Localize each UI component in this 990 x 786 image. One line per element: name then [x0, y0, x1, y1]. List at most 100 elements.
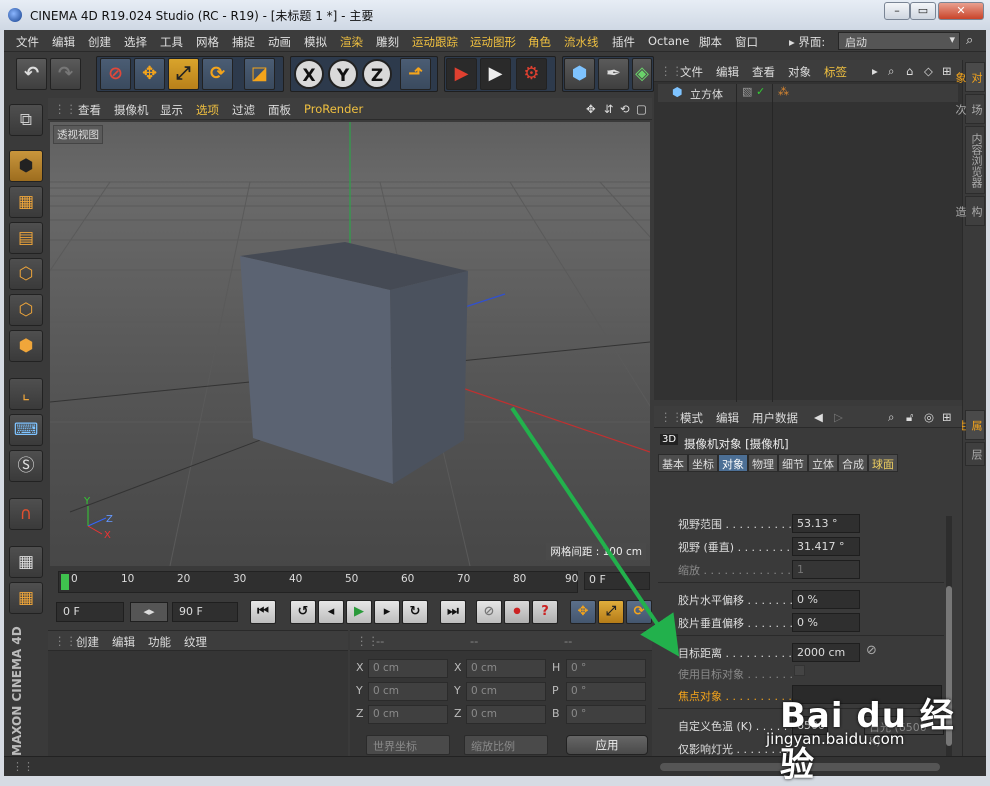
z-axis-lock-icon[interactable]: Z	[362, 59, 392, 89]
prop-film-offset-x-field[interactable]: 0 %	[792, 590, 860, 609]
menu-snap[interactable]: 捕捉	[232, 34, 255, 50]
attr-tab-basic[interactable]: 基本	[658, 454, 688, 472]
menu-mograph[interactable]: 运动图形	[470, 34, 516, 50]
subdivision-icon[interactable]: ◈	[632, 58, 652, 90]
workplane-lock-icon[interactable]: ▦	[9, 546, 43, 578]
render-picture-viewer-icon[interactable]: ▶	[480, 58, 511, 90]
size-z-field[interactable]: 0 cm	[466, 705, 546, 724]
viewport-menu-view[interactable]: 查看	[78, 102, 101, 118]
prop-fov-field[interactable]: 53.13 °	[792, 514, 860, 533]
cube-object-icon[interactable]: ⬢	[564, 58, 595, 90]
use-target-checkbox[interactable]	[794, 665, 805, 676]
viewport-maximize-icon[interactable]: ▢	[636, 102, 647, 116]
om-menu-tags[interactable]: 标签	[824, 64, 847, 80]
material-menu-edit[interactable]: 编辑	[112, 634, 135, 650]
menu-script[interactable]: 脚本	[699, 34, 722, 50]
key-rotation-icon[interactable]: ⟳	[626, 600, 652, 624]
goto-prev-key-icon[interactable]: ↺	[290, 600, 316, 624]
recent-tool-icon[interactable]: ◪	[244, 58, 275, 90]
live-select-icon[interactable]: ⊘	[100, 58, 131, 90]
menu-character[interactable]: 角色	[528, 34, 551, 50]
viewport-menu-display[interactable]: 显示	[160, 102, 183, 118]
snap-magnet-icon[interactable]: ∩	[9, 498, 43, 530]
material-menu-texture[interactable]: 纹理	[184, 634, 207, 650]
cube-mesh[interactable]	[240, 242, 468, 484]
scale-tool-icon[interactable]: ⤢	[168, 58, 199, 90]
menu-animate[interactable]: 动画	[268, 34, 291, 50]
menu-edit[interactable]: 编辑	[52, 34, 75, 50]
menu-octane[interactable]: Octane	[648, 34, 689, 48]
autokey-icon[interactable]: ⏺	[504, 600, 530, 624]
rotation-h-field[interactable]: 0 °	[566, 659, 646, 678]
texture-mode-icon[interactable]: ▦	[9, 186, 43, 218]
close-button[interactable]: ✕	[938, 2, 984, 20]
menu-window[interactable]: 窗口	[735, 34, 758, 50]
minimize-button[interactable]: –	[884, 2, 910, 20]
phong-tag-icon[interactable]: ⁂	[778, 85, 789, 98]
current-frame-field[interactable]: 0 F	[584, 572, 650, 590]
viewport-rotate-icon[interactable]: ⟲	[620, 102, 630, 116]
om-menu-object[interactable]: 对象	[788, 64, 811, 80]
timeline-ruler[interactable]: 0 10 20 30 40 50 60 70 80 90	[58, 571, 578, 593]
material-menu-create[interactable]: 创建	[76, 634, 99, 650]
maximize-button[interactable]: ▭	[910, 2, 936, 20]
om-menu-file[interactable]: 文件	[680, 64, 703, 80]
om-menu-view[interactable]: 查看	[752, 64, 775, 80]
viewport-canvas[interactable]: Y Z X 透视视图 网格间距 : 100 cm	[50, 122, 650, 566]
viewport-move-icon[interactable]: ✥	[586, 102, 596, 116]
attr-menu-edit[interactable]: 编辑	[716, 410, 739, 426]
forward-arrow-icon[interactable]: ▷	[834, 410, 843, 424]
menu-sculpt[interactable]: 雕刻	[376, 34, 399, 50]
x-axis-lock-icon[interactable]: X	[294, 59, 324, 89]
tweak-mode-icon[interactable]: ⌨	[9, 414, 43, 446]
panel-grip-icon[interactable]: ⋮⋮	[54, 102, 77, 116]
viewport-menu-panel[interactable]: 面板	[268, 102, 291, 118]
attr-tab-object[interactable]: 对象	[718, 454, 748, 472]
om-expand-icon[interactable]: ▸	[872, 64, 878, 78]
menu-select[interactable]: 选择	[124, 34, 147, 50]
panel-grip-icon[interactable]: ⋮⋮	[54, 634, 77, 648]
tab-content-browser[interactable]: 内容浏览器	[965, 126, 985, 194]
viewport-menu-options[interactable]: 选项	[196, 102, 219, 118]
rotation-p-field[interactable]: 0 °	[566, 682, 646, 701]
om-new-window-icon[interactable]: ⊞	[942, 64, 952, 78]
menu-plugins[interactable]: 插件	[612, 34, 635, 50]
position-y-field[interactable]: 0 cm	[368, 682, 448, 701]
menu-render[interactable]: 渲染	[340, 34, 363, 50]
next-frame-icon[interactable]: ▸	[374, 600, 400, 624]
position-x-field[interactable]: 0 cm	[368, 659, 448, 678]
attr-menu-userdata[interactable]: 用户数据	[752, 410, 798, 426]
rotate-tool-icon[interactable]: ⟳	[202, 58, 233, 90]
coordinate-system-icon[interactable]: ⬏	[400, 58, 431, 90]
goto-next-key-icon[interactable]: ↻	[402, 600, 428, 624]
tab-structure[interactable]: 构造	[954, 196, 985, 226]
prev-frame-icon[interactable]: ◂	[318, 600, 344, 624]
record-keys-icon[interactable]: ⊘	[476, 600, 502, 624]
axis-mode-icon[interactable]: ⌞	[9, 378, 43, 410]
world-coordinates-dropdown[interactable]: 世界坐标	[366, 735, 450, 755]
key-position-icon[interactable]: ✥	[570, 600, 596, 624]
attr-tab-spherical[interactable]: 球面	[868, 454, 898, 472]
viewport-menu-prorender[interactable]: ProRender	[304, 102, 363, 116]
tab-attributes[interactable]: 属性	[954, 410, 985, 440]
enabled-check-icon[interactable]: ✓	[756, 85, 765, 98]
menu-file[interactable]: 文件	[16, 34, 39, 50]
model-mode-icon[interactable]: ⬢	[9, 150, 43, 182]
make-editable-icon[interactable]: ⧉	[9, 104, 43, 136]
attr-tab-physical[interactable]: 物理	[748, 454, 778, 472]
tab-takes[interactable]: 场次	[954, 94, 985, 124]
apply-button[interactable]: 应用	[566, 735, 648, 755]
keyframe-selection-icon[interactable]: ?	[532, 600, 558, 624]
viewport-zoom-icon[interactable]: ⇵	[604, 102, 614, 116]
viewport-menu-filter[interactable]: 过滤	[232, 102, 255, 118]
timeline-cursor[interactable]	[61, 574, 69, 590]
om-eye-icon[interactable]: ◇	[924, 64, 933, 78]
move-tool-icon[interactable]: ✥	[134, 58, 165, 90]
search-icon[interactable]: ⌕	[966, 33, 973, 48]
om-home-icon[interactable]: ⌂	[906, 64, 913, 78]
attr-tab-details[interactable]: 细节	[778, 454, 808, 472]
polygons-mode-icon[interactable]: ⬢	[9, 330, 43, 362]
undo-icon[interactable]: ↶	[16, 58, 47, 90]
position-z-field[interactable]: 0 cm	[368, 705, 448, 724]
lock-icon[interactable]: 🔓︎	[906, 410, 913, 425]
